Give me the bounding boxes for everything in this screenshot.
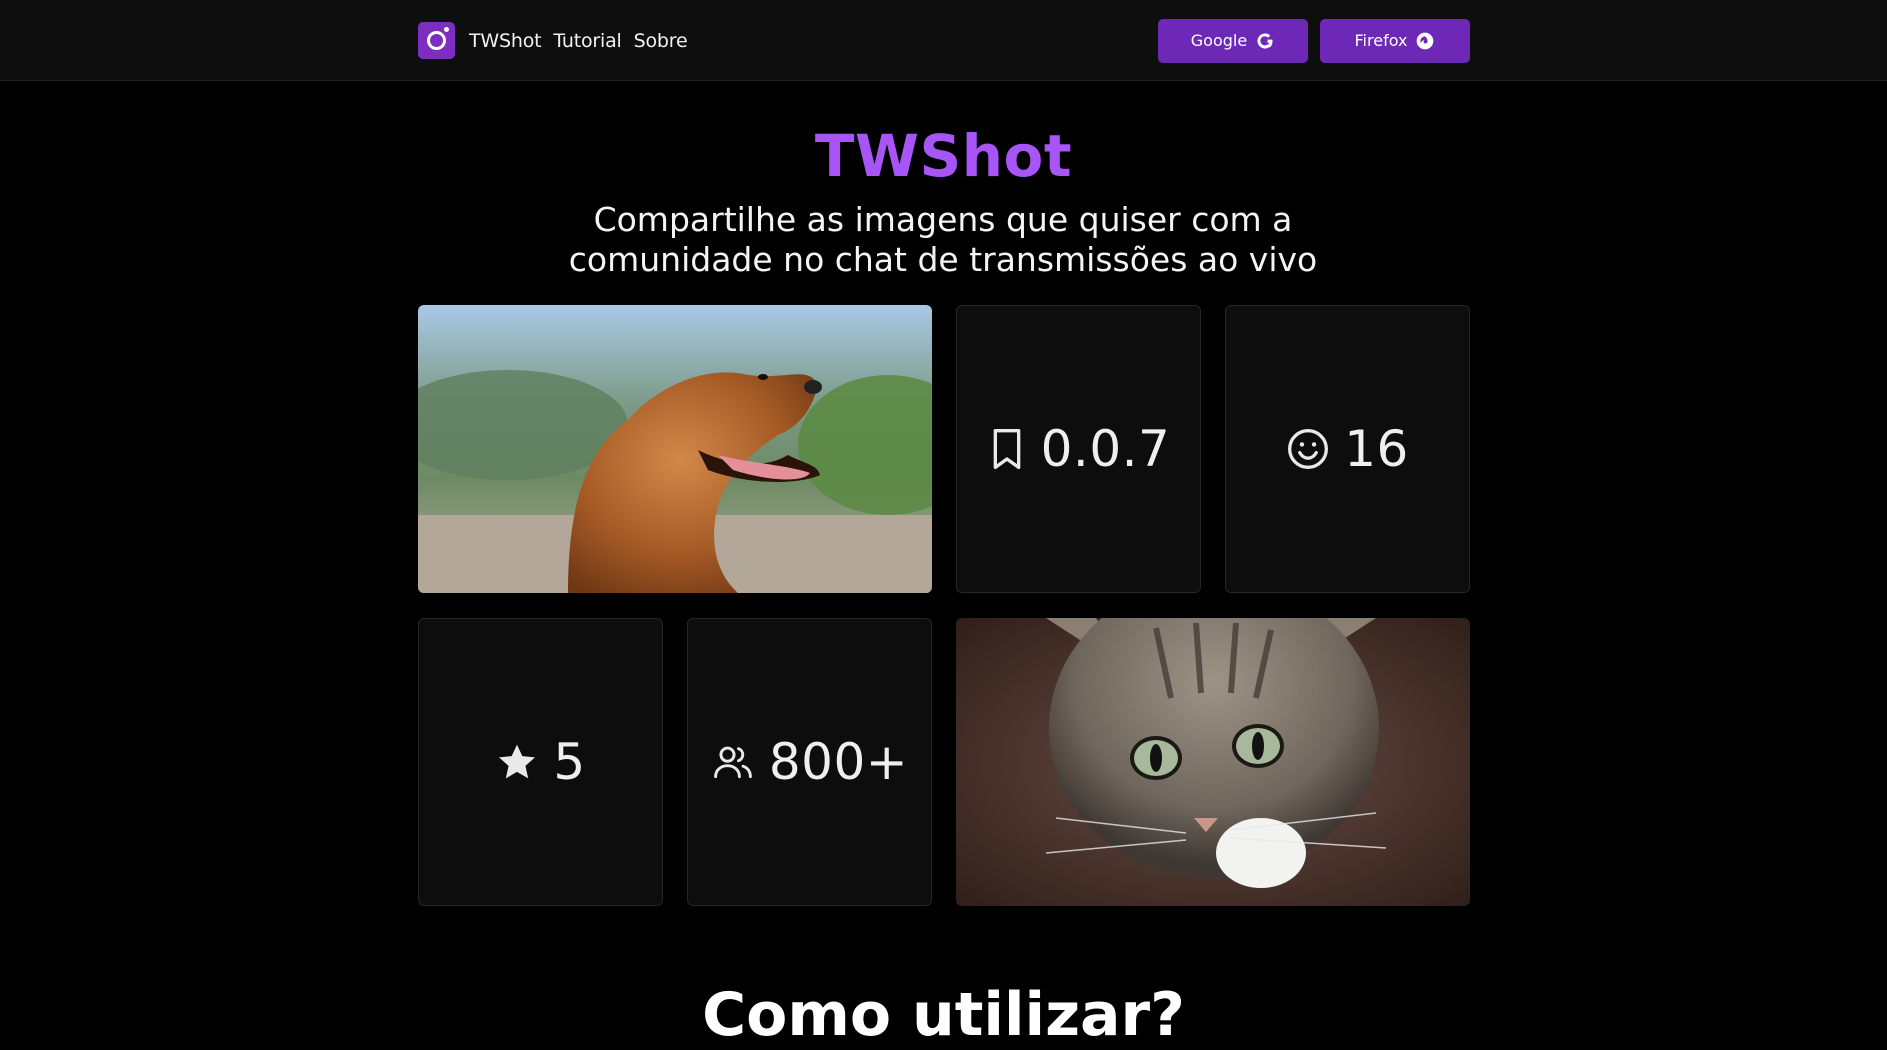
emoji-card: 16: [1225, 305, 1470, 593]
star-icon: [499, 744, 536, 779]
dog-image: [418, 305, 932, 593]
brand: TWShot Tutorial Sobre: [418, 22, 699, 59]
firefox-icon: [1417, 32, 1434, 49]
how-to-use-title: Como utilizar?: [702, 980, 1185, 1050]
emoji-count-value: 16: [1344, 420, 1409, 478]
hero-subtitle: Compartilhe as imagens que quiser com a …: [568, 200, 1318, 279]
navbar-inner: TWShot Tutorial Sobre Google Firefox: [418, 0, 1470, 81]
version-value: 0.0.7: [1040, 420, 1171, 478]
firefox-button-label: Firefox: [1354, 31, 1408, 50]
google-button[interactable]: Google: [1158, 18, 1308, 63]
smile-icon: [1288, 429, 1329, 469]
firefox-button[interactable]: Firefox: [1320, 18, 1470, 63]
top-navbar: TWShot Tutorial Sobre Google Firefox: [0, 0, 1887, 81]
users-icon: [713, 746, 752, 779]
nav-buttons: Google Firefox: [1146, 18, 1470, 63]
google-g-icon: [1257, 32, 1273, 48]
cat-photo: [956, 618, 1470, 906]
users-card: 800+: [687, 618, 932, 906]
logo-icon[interactable]: [418, 22, 455, 59]
version-card: 0.0.7: [956, 305, 1201, 593]
cat-image: [956, 618, 1470, 906]
nav-link-home[interactable]: TWShot: [469, 30, 542, 52]
google-button-label: Google: [1190, 31, 1248, 50]
hero-title: TWShot: [814, 122, 1073, 190]
nav-link-about[interactable]: Sobre: [634, 30, 688, 52]
rating-card: 5: [418, 618, 663, 906]
users-value: 800+: [768, 733, 909, 791]
nav-link-tutorial[interactable]: Tutorial: [553, 30, 621, 52]
dog-photo: [418, 305, 932, 593]
rating-value: 5: [553, 733, 586, 791]
bookmark-icon: [993, 428, 1020, 469]
